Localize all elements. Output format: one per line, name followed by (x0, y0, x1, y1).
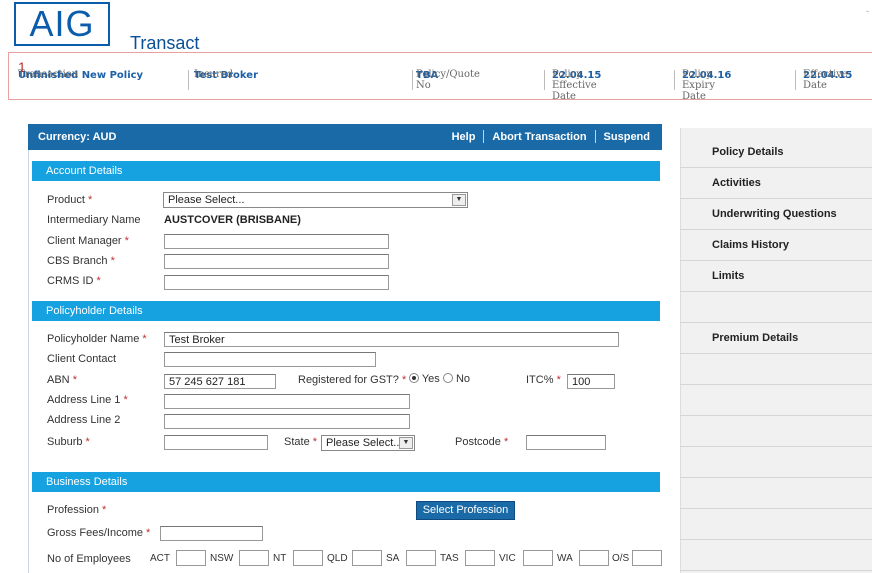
summary-effective-date-2: Effective Date 22.04.15 (803, 69, 853, 91)
section-policyholder-details: Policyholder Details (32, 301, 660, 321)
section-account-details: Account Details (32, 161, 660, 181)
summary-separator (188, 70, 189, 90)
emp-tas-input[interactable] (465, 550, 495, 566)
policyholder-name-input[interactable] (164, 332, 619, 347)
side-nav-row (680, 447, 872, 478)
side-nav-limits[interactable]: Limits (680, 261, 872, 292)
emp-vic-label: VIC (499, 553, 516, 564)
emp-vic-input[interactable] (523, 550, 553, 566)
side-nav-row (680, 478, 872, 509)
abn-input[interactable] (164, 374, 276, 389)
help-link[interactable]: Help (452, 131, 476, 143)
select-profession-button[interactable]: Select Profession (416, 501, 515, 520)
intermediary-value: AUSTCOVER (BRISBANE) (164, 214, 301, 226)
link-divider (594, 130, 596, 143)
side-nav-spacer (680, 292, 872, 323)
abort-transaction-link[interactable]: Abort Transaction (492, 131, 586, 143)
address-line-2-input[interactable] (164, 414, 410, 429)
section-business-details: Business Details (32, 472, 660, 492)
side-nav-claims-history[interactable]: Claims History (680, 230, 872, 261)
cbs-branch-label: CBS Branch * (47, 255, 115, 267)
currency-label: Currency: AUD (38, 131, 117, 143)
address-line-2-label: Address Line 2 (47, 414, 121, 426)
emp-sa-label: SA (386, 553, 400, 564)
emp-wa-input[interactable] (579, 550, 609, 566)
gst-no-label: No (455, 373, 470, 385)
suburb-label: Suburb * (47, 436, 90, 448)
gross-fees-input[interactable] (160, 526, 263, 541)
suspend-link[interactable]: Suspend (604, 131, 650, 143)
emp-nsw-label: NSW (210, 553, 234, 564)
client-contact-label: Client Contact (47, 353, 117, 365)
product-select[interactable]: Please Select... ▼ (163, 192, 468, 208)
itc-label: ITC% * (526, 374, 561, 386)
emp-nt-label: NT (273, 553, 287, 564)
emp-wa-label: WA (557, 553, 573, 564)
side-nav-row (680, 509, 872, 540)
side-nav-row (680, 385, 872, 416)
intermediary-label: Intermediary Name (47, 214, 141, 226)
cbs-branch-input[interactable] (164, 254, 389, 269)
header-links: Help Abort Transaction Suspend (452, 130, 650, 143)
emp-qld-label: QLD (327, 553, 348, 564)
side-nav-row (680, 416, 872, 447)
abn-label: ABN * (47, 374, 77, 386)
postcode-input[interactable] (526, 435, 606, 450)
gst-radio-group: Yes No (409, 373, 470, 385)
address-line-1-input[interactable] (164, 394, 410, 409)
client-contact-input[interactable] (164, 352, 376, 367)
summary-separator (795, 70, 796, 90)
gst-yes-radio[interactable] (409, 373, 419, 383)
emp-nt-input[interactable] (293, 550, 323, 566)
itc-input[interactable] (567, 374, 615, 389)
crms-id-label: CRMS ID * (47, 275, 101, 287)
summary-separator (412, 70, 413, 90)
side-nav-premium-details[interactable]: Premium Details (680, 323, 872, 354)
gst-no-radio[interactable] (442, 373, 453, 383)
emp-tas-label: TAS (440, 553, 459, 564)
corner-mark: - (866, 6, 869, 16)
summary-separator (674, 70, 675, 90)
emp-nsw-input[interactable] (239, 550, 269, 566)
summary-effective-date: Policy Effective Date 22.04.15 (552, 69, 602, 102)
side-nav-policy-details[interactable]: Policy Details (680, 137, 872, 168)
profession-label: Profession * (47, 504, 107, 516)
client-manager-label: Client Manager * (47, 235, 129, 247)
link-divider (483, 130, 485, 143)
app-title: Transact (130, 33, 200, 53)
summary-insured: Insured: Test Broker (194, 69, 259, 81)
product-label: Product * (47, 194, 93, 206)
emp-qld-input[interactable] (352, 550, 382, 566)
policyholder-name-label: Policyholder Name * (47, 333, 147, 345)
summary-policy-no: Policy/Quote No TBA (416, 69, 480, 91)
aig-logo: AIG (14, 2, 110, 46)
suburb-input[interactable] (164, 435, 268, 450)
gst-yes-label: Yes (421, 373, 440, 385)
state-select[interactable]: Please Select... ▼ (321, 435, 415, 451)
emp-act-label: ACT (150, 553, 170, 564)
gst-label: Registered for GST? * (298, 374, 407, 386)
side-nav-row (680, 354, 872, 385)
side-nav-activities[interactable]: Activities (680, 168, 872, 199)
gross-fees-label: Gross Fees/Income * (47, 527, 151, 539)
postcode-label: Postcode * (455, 436, 509, 448)
address-line-1-label: Address Line 1 * (47, 394, 128, 406)
form-header-bar: Currency: AUD Help Abort Transaction Sus… (28, 124, 662, 150)
side-nav-row (680, 540, 872, 571)
emp-os-input[interactable] (632, 550, 662, 566)
dropdown-arrow-icon: ▼ (399, 437, 413, 449)
summary-separator (544, 70, 545, 90)
crms-id-input[interactable] (164, 275, 389, 290)
summary-expiry-date: Policy Expiry Date 22.04.16 (682, 69, 732, 102)
client-manager-input[interactable] (164, 234, 389, 249)
side-nav-underwriting-questions[interactable]: Underwriting Questions (680, 199, 872, 230)
employees-label: No of Employees (47, 553, 131, 565)
state-label: State * (284, 436, 318, 448)
emp-act-input[interactable] (176, 550, 206, 566)
emp-os-label: O/S (612, 553, 630, 564)
emp-sa-input[interactable] (406, 550, 436, 566)
summary-transaction: Transaction Unfinished New Policy (18, 69, 144, 81)
dropdown-arrow-icon: ▼ (452, 194, 466, 206)
